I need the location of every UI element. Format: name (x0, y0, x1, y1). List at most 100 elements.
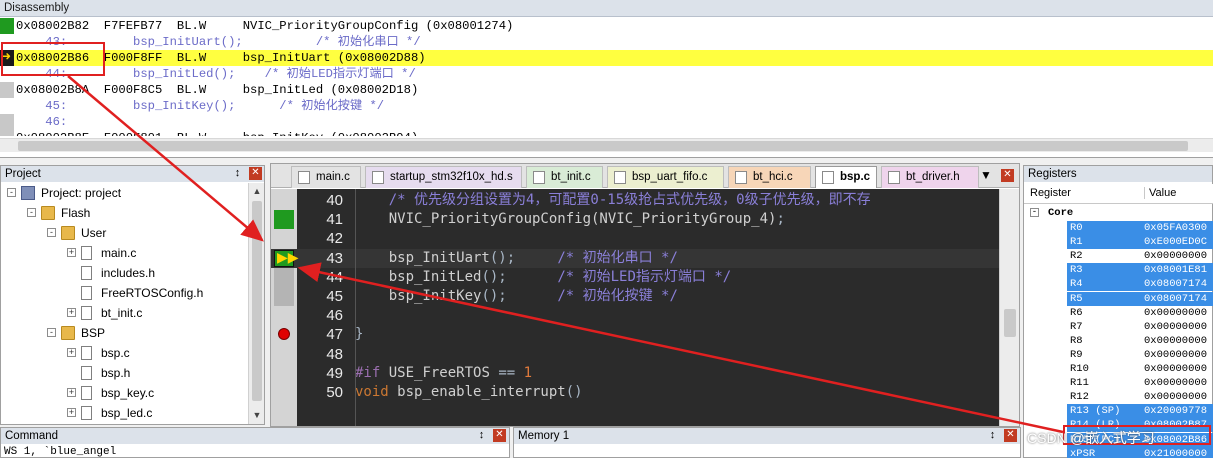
code-line[interactable]: 41 NVIC_PriorityGroupConfig(NVIC_Priorit… (271, 210, 999, 230)
register-row[interactable]: R12 0x00000000 (1024, 390, 1213, 404)
tree-item[interactable]: + bsp.c (1, 343, 249, 363)
code-line[interactable]: 50 void bsp_enable_interrupt() (271, 383, 999, 402)
register-row[interactable]: R11 0x00000000 (1024, 376, 1213, 390)
expand-icon[interactable]: + (67, 308, 76, 317)
register-row[interactable]: R2 0x00000000 (1024, 249, 1213, 263)
disassembly-line[interactable]: 0x08002B82 F7FEFB77 BL.W NVIC_PriorityGr… (0, 18, 1213, 34)
col-register[interactable]: Register (1030, 187, 1071, 199)
code-line[interactable]: 47} (271, 325, 999, 344)
code-line[interactable]: 42 (271, 229, 999, 248)
col-value[interactable]: Value (1144, 187, 1176, 199)
tree-item[interactable]: - Project: project (1, 183, 249, 203)
executed-line-marker (274, 210, 294, 230)
register-group[interactable]: - Core (1024, 206, 1213, 220)
disassembly-text: 46: (16, 115, 68, 129)
register-row[interactable]: R13 (SP) 0x20009778 (1024, 404, 1213, 419)
tab-bsp-uart-fifo-c[interactable]: bsp_uart_fifo.c (607, 166, 724, 188)
pin-icon[interactable]: ↕ (986, 429, 999, 442)
tree-item[interactable]: FreeRTOSConfig.h (1, 283, 249, 303)
close-icon[interactable]: ✕ (1001, 169, 1014, 182)
collapse-icon[interactable]: - (27, 208, 36, 217)
disassembly-hscroll[interactable] (0, 138, 1213, 152)
expand-icon[interactable]: + (67, 348, 76, 357)
disassembly-line[interactable]: 43: bsp_InitUart(); /* 初始化串口 */ (0, 34, 1213, 50)
tree-item[interactable]: bsp.h (1, 363, 249, 383)
tree-item[interactable]: + bsp_led.c (1, 403, 249, 423)
command-output[interactable]: WS 1, `blue_angel (4, 446, 116, 458)
editor-vscroll[interactable] (999, 189, 1019, 426)
tree-item[interactable]: - Flash (1, 203, 249, 223)
register-row[interactable]: R9 0x00000000 (1024, 348, 1213, 362)
annotation-box-disasm (1, 42, 105, 76)
code-line[interactable]: 48 (271, 345, 999, 364)
expand-icon[interactable]: + (67, 388, 76, 397)
tab-main-c[interactable]: main.c (291, 166, 361, 188)
expand-icon[interactable]: + (67, 408, 76, 417)
code-line[interactable]: 45 bsp_InitKey(); /* 初始化按键 */ (271, 287, 999, 306)
project-icon (21, 186, 35, 200)
register-row[interactable]: R6 0x00000000 (1024, 306, 1213, 320)
code-line[interactable]: 44 bsp_InitLed(); /* 初始LED指示灯端口 */ (271, 267, 999, 287)
tab-list-icon[interactable]: ▼ (979, 168, 993, 182)
project-vscroll[interactable]: ▲ ▼ (248, 183, 264, 424)
code-text: /* 优先级分组设置为4，可配置0-15级抢占式优先级，0级子优先级，即不存 (388, 192, 871, 208)
tree-item[interactable]: + main.c (1, 243, 249, 263)
register-name: R4 (1070, 278, 1083, 291)
collapse-icon[interactable]: - (7, 188, 16, 197)
tree-item[interactable]: includes.h (1, 263, 249, 283)
tab-bt-init-c[interactable]: bt_init.c (526, 166, 603, 188)
disassembly-line[interactable]: 0x08002B8E F000F801 BL.W bsp_InitKey (0x… (0, 130, 1213, 136)
register-row[interactable]: R5 0x08007174 (1024, 291, 1213, 306)
disassembly-line[interactable]: 45: bsp_InitKey(); /* 初始化按键 */ (0, 98, 1213, 114)
register-row[interactable]: R1 0xE000ED0C (1024, 235, 1213, 250)
scroll-thumb[interactable] (18, 141, 1188, 151)
expand-icon[interactable]: + (67, 248, 76, 257)
collapse-icon[interactable]: - (47, 328, 56, 337)
line-number: 43 (326, 249, 343, 267)
disassembly-line[interactable]: ➜ 0x08002B86 F000F8FF BL.W bsp_InitUart (… (0, 50, 1213, 66)
tree-item[interactable]: + bsp_key.c (1, 383, 249, 403)
scroll-down-icon[interactable]: ▼ (252, 409, 262, 421)
tree-item[interactable]: + bt_init.c (1, 303, 249, 323)
close-icon[interactable]: ✕ (493, 429, 506, 442)
project-tree[interactable]: - Project: project - Flash - User + main.c inclu… (1, 183, 249, 424)
register-value: 0x08007174 (1144, 278, 1208, 291)
close-icon[interactable]: ✕ (1004, 429, 1017, 442)
collapse-icon[interactable]: - (47, 228, 56, 237)
tab-bsp-c[interactable]: bsp.c (815, 166, 877, 188)
register-row[interactable]: R4 0x08007174 (1024, 277, 1213, 292)
disassembly-line[interactable]: 46: (0, 114, 1213, 130)
scroll-thumb[interactable] (252, 201, 262, 401)
code-line[interactable]: 46 (271, 306, 999, 325)
tab-bt-hci-c[interactable]: bt_hci.c (728, 166, 811, 188)
file-icon (81, 346, 92, 360)
register-row[interactable]: R8 0x00000000 (1024, 334, 1213, 348)
pin-icon[interactable]: ↕ (231, 167, 244, 180)
code-line[interactable]: 49 #if USE_FreeRTOS == 1 (271, 364, 999, 383)
register-value: 0x00000000 (1144, 334, 1208, 347)
scroll-thumb[interactable] (1004, 309, 1016, 337)
disassembly-line[interactable]: 44: bsp_InitLed(); /* 初始LED指示灯端口 */ (0, 66, 1213, 82)
disassembly-line[interactable]: 0x08002B8A F000F8C5 BL.W bsp_InitLed (0x… (0, 82, 1213, 98)
code-editor[interactable]: 40 /* 优先级分组设置为4，可配置0-15级抢占式优先级，0级子优先级，即不… (271, 189, 999, 426)
register-row[interactable]: R3 0x08001E81 (1024, 263, 1213, 278)
pin-icon[interactable]: ↕ (475, 429, 488, 442)
tab-bt-driver-h[interactable]: bt_driver.h (881, 166, 979, 188)
tab-startup-stm32f10x-hd-s[interactable]: startup_stm32f10x_hd.s (365, 166, 522, 188)
line-number: 44 (326, 268, 343, 286)
collapse-icon[interactable]: - (1030, 208, 1039, 217)
code-line[interactable]: 40 /* 优先级分组设置为4，可配置0-15级抢占式优先级，0级子优先级，即不… (271, 191, 999, 210)
register-row[interactable]: xPSR 0x21000000 (1024, 446, 1213, 458)
register-name: R9 (1070, 348, 1083, 361)
register-row[interactable]: R0 0x05FA0300 (1024, 221, 1213, 235)
line-marker (0, 18, 14, 34)
register-row[interactable]: R10 0x00000000 (1024, 362, 1213, 376)
close-icon[interactable]: ✕ (249, 167, 262, 180)
register-row[interactable]: R7 0x00000000 (1024, 320, 1213, 334)
disassembly-lines[interactable]: 0x08002B82 F7FEFB77 BL.W NVIC_PriorityGr… (0, 18, 1213, 136)
register-name: R0 (1070, 222, 1083, 234)
tree-item[interactable]: - User (1, 223, 249, 243)
scroll-up-icon[interactable]: ▲ (252, 185, 262, 197)
tree-item[interactable]: - BSP (1, 323, 249, 343)
code-line[interactable]: ▶▶ 43 bsp_InitUart(); /* 初始化串口 */ (271, 248, 999, 268)
